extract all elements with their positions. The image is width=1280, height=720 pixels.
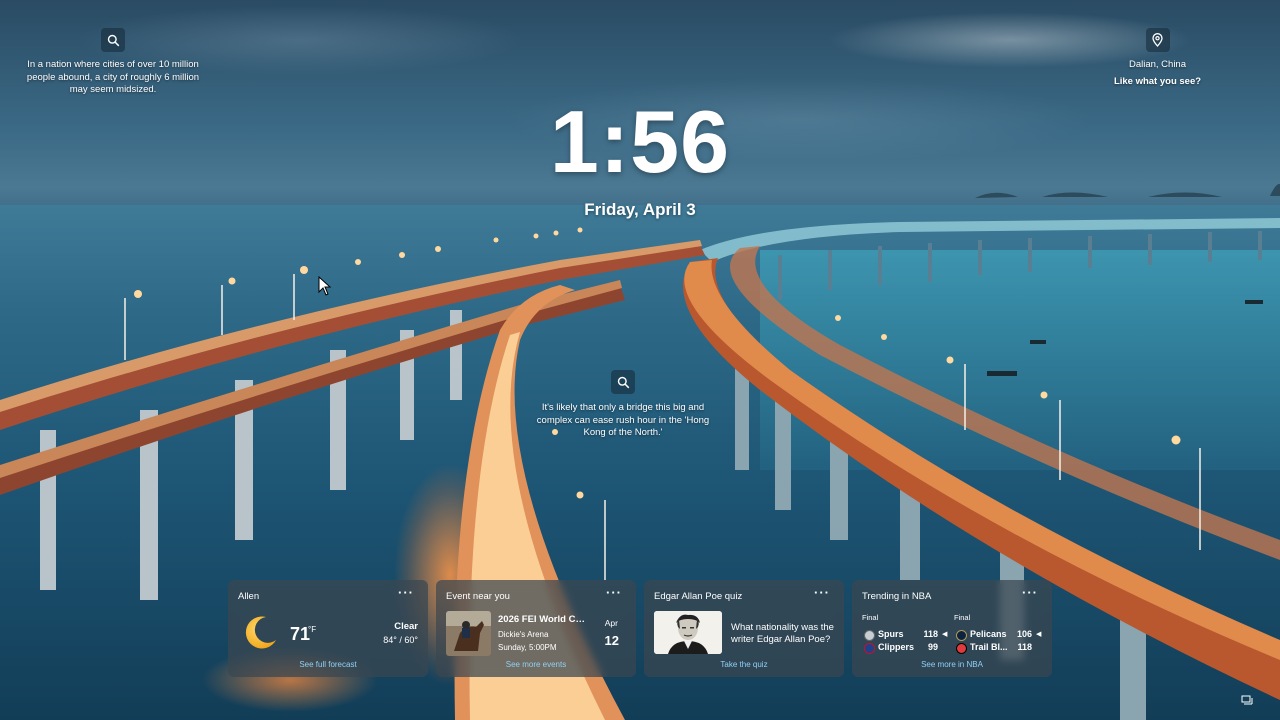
winner-arrow-icon: ◀ [942, 631, 948, 638]
team-name: Trail Bl... [970, 642, 1008, 652]
location-info: Dalian, China Like what you see? [1100, 28, 1215, 87]
mouse-cursor-icon [318, 276, 332, 296]
spotlight-fact: In a nation where cities of over 10 mill… [20, 28, 206, 97]
team-name: Spurs [878, 629, 904, 639]
more-options-icon[interactable]: ··· [1022, 585, 1038, 600]
pelicans-logo-icon [956, 630, 967, 641]
event-name: 2026 FEI World Cu... [498, 614, 588, 625]
spurs-logo-icon [864, 630, 875, 641]
weather-widget[interactable]: Allen ··· 71 °F Clear 84° / 60° See full… [228, 580, 428, 677]
see-full-forecast-link[interactable]: See full forecast [228, 660, 428, 669]
quiz-question: What nationality was the writer Edgar Al… [731, 622, 834, 645]
nba-widget-title: Trending in NBA [862, 591, 932, 602]
team-score: 118 [923, 629, 938, 639]
widget-bar: Allen ··· 71 °F Clear 84° / 60° See full… [228, 580, 1052, 677]
team-score: 99 [927, 642, 938, 652]
team-name: Clippers [878, 642, 915, 652]
event-widget-title: Event near you [446, 591, 510, 602]
more-options-icon[interactable]: ··· [814, 585, 830, 600]
location-pin-icon[interactable] [1145, 28, 1170, 52]
winner-arrow-icon: ◀ [1036, 631, 1042, 638]
event-thumbnail [446, 611, 491, 656]
event-venue: Dickie's Arena [498, 630, 549, 639]
spotlight-fact-text[interactable]: In a nation where cities of over 10 mill… [20, 59, 206, 97]
event-time: Sunday, 5:00PM [498, 643, 557, 652]
team-score: 106 [1016, 629, 1032, 639]
more-options-icon[interactable]: ··· [398, 585, 414, 600]
lock-screen-date: Friday, April 3 [584, 200, 696, 219]
clippers-logo-icon [864, 643, 875, 654]
like-what-you-see-link[interactable]: Like what you see? [1100, 76, 1215, 87]
game-status: Final [954, 613, 971, 622]
more-options-icon[interactable]: ··· [606, 585, 622, 600]
game-status: Final [862, 613, 879, 622]
hotspot-text[interactable]: It's likely that only a bridge this big … [532, 402, 714, 440]
search-icon[interactable] [101, 28, 125, 52]
temperature-range: 84° / 60° [383, 635, 418, 645]
trail-blazers-logo-icon [956, 643, 967, 654]
poe-portrait [654, 611, 722, 654]
search-icon[interactable] [611, 370, 635, 394]
moon-icon [245, 616, 276, 649]
team-score: 118 [1017, 642, 1032, 652]
team-name: Pelicans [970, 629, 1007, 639]
event-month: Apr [604, 618, 618, 628]
nba-widget[interactable]: Trending in NBA ··· Final Spurs 118 ◀ Cl… [852, 580, 1052, 677]
weather-location: Allen [238, 591, 260, 602]
see-more-nba-link[interactable]: See more in NBA [852, 660, 1052, 669]
event-widget[interactable]: Event near you ··· 2026 FEI World Cu... … [436, 580, 636, 677]
take-the-quiz-link[interactable]: Take the quiz [644, 660, 844, 669]
bridge-reflection [760, 250, 1280, 470]
temperature-unit: °F [308, 625, 317, 634]
weather-condition: Clear [394, 621, 418, 632]
location-name: Dalian, China [1128, 59, 1187, 70]
spotlight-hotspot: It's likely that only a bridge this big … [532, 370, 714, 440]
network-icon[interactable] [1241, 694, 1253, 706]
quiz-widget[interactable]: Edgar Allan Poe quiz ··· What nationalit… [644, 580, 844, 677]
see-more-events-link[interactable]: See more events [436, 660, 636, 669]
event-day: 12 [604, 633, 619, 648]
lock-screen-time: 1:56 [549, 92, 731, 191]
quiz-widget-title: Edgar Allan Poe quiz [654, 591, 743, 602]
